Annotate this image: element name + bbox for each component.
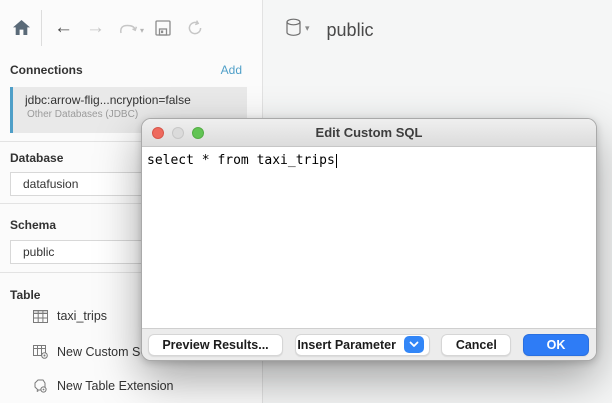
redo-icon[interactable] [118, 21, 138, 35]
forward-icon[interactable]: → [86, 18, 105, 37]
dialog-footer: Preview Results... Insert Parameter Canc… [142, 328, 596, 360]
sql-text: select * from taxi_trips [147, 153, 335, 168]
toolbar-separator [41, 10, 42, 46]
sql-editor[interactable]: select * from taxi_trips [142, 147, 596, 328]
dialog-titlebar[interactable]: Edit Custom SQL [142, 119, 596, 147]
add-connection-link[interactable]: Add [221, 63, 242, 77]
minimize-window-icon [172, 127, 184, 139]
table-extension-icon [33, 379, 48, 393]
close-window-icon[interactable] [152, 127, 164, 139]
insert-parameter-chevron-icon[interactable] [404, 336, 424, 353]
preview-results-button[interactable]: Preview Results... [148, 334, 283, 356]
redo-dropdown-caret-icon[interactable]: ▾ [140, 26, 144, 35]
refresh-icon[interactable] [186, 19, 204, 37]
schema-header: ▾ public [264, 0, 612, 41]
database-caret-icon[interactable]: ▾ [305, 23, 310, 34]
window-controls [152, 127, 204, 139]
back-icon[interactable]: ← [54, 18, 73, 37]
save-icon[interactable] [154, 19, 172, 37]
toolbar: ← → ▾ [0, 0, 262, 55]
insert-parameter-label: Insert Parameter [297, 338, 396, 352]
connections-header: Connections Add [0, 63, 262, 77]
dialog-title: Edit Custom SQL [316, 125, 423, 140]
table-item-label: taxi_trips [57, 309, 107, 323]
insert-parameter-button[interactable]: Insert Parameter [295, 334, 430, 356]
new-table-extension-label: New Table Extension [57, 379, 174, 393]
database-cylinder-icon[interactable] [285, 18, 302, 38]
table-grid-icon [33, 310, 48, 323]
custom-sql-icon [33, 345, 48, 359]
connections-label: Connections [10, 63, 83, 77]
edit-custom-sql-dialog: Edit Custom SQL select * from taxi_trips… [141, 118, 597, 361]
new-table-extension-item[interactable]: New Table Extension [0, 379, 262, 393]
cancel-button[interactable]: Cancel [441, 334, 511, 356]
zoom-window-icon[interactable] [192, 127, 204, 139]
ok-button[interactable]: OK [523, 334, 589, 356]
text-cursor [336, 154, 338, 168]
schema-title: public [327, 20, 374, 41]
home-icon[interactable] [12, 19, 31, 36]
connection-name: jdbc:arrow-flig...ncryption=false [25, 93, 247, 107]
